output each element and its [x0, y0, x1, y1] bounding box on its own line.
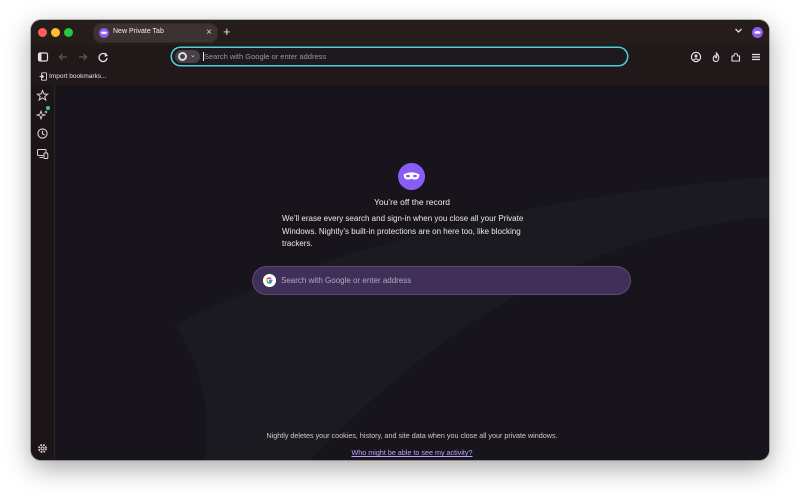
forward-arrow-icon[interactable]: [76, 50, 90, 64]
import-bookmarks-button[interactable]: Import bookmarks...: [49, 73, 106, 80]
search-placeholder: Search with Google or enter address: [281, 276, 412, 285]
tab-strip: New Private Tab × +: [31, 20, 769, 45]
private-browsing-page: You’re off the record We’ll erase every …: [55, 85, 769, 460]
privacy-info-link[interactable]: Who might be able to see my activity?: [55, 448, 769, 457]
address-bar-placeholder: Search with Google or enter address: [204, 52, 327, 61]
account-icon[interactable]: [689, 50, 703, 64]
back-arrow-icon[interactable]: [56, 50, 70, 64]
page-title: You’re off the record: [373, 197, 451, 207]
address-bar[interactable]: ⌄ Search with Google or enter address: [172, 48, 627, 65]
hamburger-menu-icon[interactable]: [749, 50, 763, 64]
star-icon[interactable]: [36, 89, 49, 102]
flame-icon[interactable]: [709, 50, 723, 64]
puzzle-icon[interactable]: [729, 50, 743, 64]
notification-dot: [46, 106, 50, 110]
search-input[interactable]: Search with Google or enter address: [253, 267, 630, 294]
history-icon[interactable]: [36, 127, 49, 140]
gear-icon[interactable]: [36, 442, 49, 455]
footer-note: Nightly deletes your cookies, history, a…: [266, 431, 558, 440]
close-icon[interactable]: ×: [206, 26, 212, 40]
import-icon: [39, 72, 47, 81]
tab-new-private-tab[interactable]: New Private Tab ×: [94, 24, 217, 42]
plus-icon[interactable]: +: [223, 24, 231, 40]
minimize-window-button[interactable]: [51, 28, 60, 37]
private-browsing-indicator-icon: [752, 27, 763, 38]
private-browsing-mask-icon: [99, 28, 109, 38]
synced-tabs-icon[interactable]: [36, 147, 49, 160]
chevron-down-icon[interactable]: [734, 26, 743, 35]
chevron-down-icon: ⌄: [190, 52, 196, 59]
sidebar-icon[interactable]: [36, 50, 50, 64]
google-icon: [263, 274, 276, 287]
google-icon: [178, 52, 187, 61]
reload-icon[interactable]: [96, 50, 110, 64]
private-browsing-logo-icon: [398, 163, 425, 190]
bookmarks-toolbar: Import bookmarks...: [31, 70, 769, 85]
maximize-window-button[interactable]: [64, 28, 73, 37]
tab-title: New Private Tab: [113, 28, 164, 35]
browser-window: New Private Tab × + ⌄ Search with Google…: [31, 20, 769, 460]
close-window-button[interactable]: [38, 28, 47, 37]
page-description: We’ll erase every search and sign-in whe…: [282, 214, 524, 249]
search-engine-selector[interactable]: ⌄: [175, 50, 200, 63]
navigation-bar: ⌄ Search with Google or enter address: [31, 45, 769, 70]
sidebar: [31, 85, 55, 460]
